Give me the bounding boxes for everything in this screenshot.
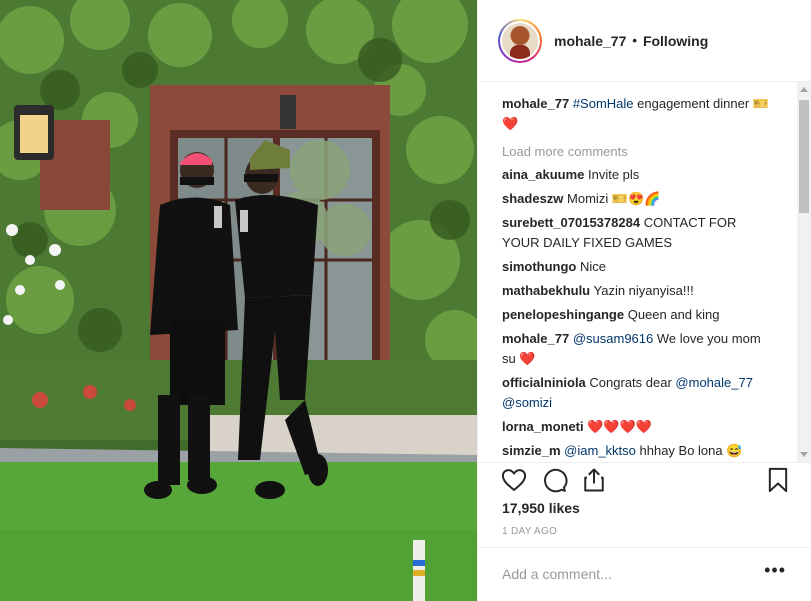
post-side-panel: mohale_77 • Following mohale_77 #SomHale… xyxy=(477,0,811,601)
mention-link[interactable]: @susam9616 xyxy=(573,331,653,346)
comment-username[interactable]: shadeszw xyxy=(502,191,563,206)
comment-text: Momizi 🎫😍🌈 xyxy=(567,191,661,206)
comment-text: Queen and king xyxy=(627,307,720,322)
comment-text: Congrats dear xyxy=(589,375,676,390)
scrollbar-thumb[interactable] xyxy=(799,100,809,213)
header-separator: • xyxy=(632,33,637,48)
scroll-up-arrow[interactable] xyxy=(800,87,808,92)
avatar-image xyxy=(502,22,538,59)
mention-link[interactable]: @mohale_77 xyxy=(675,375,753,390)
comment-username[interactable]: lorna_moneti xyxy=(502,419,584,434)
comment-username[interactable]: mathabekhulu xyxy=(502,283,590,298)
comment-row: shadeszw Momizi 🎫😍🌈 xyxy=(502,189,777,209)
more-options-icon[interactable]: ••• xyxy=(764,560,786,581)
caption-username[interactable]: mohale_77 xyxy=(502,96,569,111)
following-button[interactable]: Following xyxy=(643,33,708,49)
mention-link[interactable]: @somizi xyxy=(502,395,552,410)
comment-row: mohale_77 @susam9616 We love you mom su … xyxy=(502,329,777,369)
scroll-down-arrow[interactable] xyxy=(800,452,808,457)
comment-username[interactable]: aina_akuume xyxy=(502,167,584,182)
comment-username[interactable]: simothungo xyxy=(502,259,576,274)
comment-username[interactable]: penelopeshingange xyxy=(502,307,624,322)
comment-username[interactable]: officialniniola xyxy=(502,375,586,390)
comments-list[interactable]: mohale_77 #SomHale engagement dinner 🎫❤️… xyxy=(478,82,800,462)
caption-text: engagement dinner xyxy=(637,96,750,111)
post-dialog: mohale_77 • Following mohale_77 #SomHale… xyxy=(0,0,811,601)
caption-hashtag[interactable]: #SomHale xyxy=(573,96,634,111)
comment-username[interactable]: mohale_77 xyxy=(502,331,569,346)
comment-username[interactable]: surebett_07015378284 xyxy=(502,215,640,230)
likes-count[interactable]: 17,950 likes xyxy=(502,500,580,516)
comment-row: simzie_m @iam_kktso hhhay Bo lona 😅 xyxy=(502,441,777,461)
comment-row: penelopeshingange Queen and king xyxy=(502,305,777,325)
comment-text: ❤️❤️❤️❤️ xyxy=(587,419,652,434)
add-comment-input[interactable]: Add a comment... xyxy=(502,566,612,582)
comment-text: Yazin niyanyisa!!! xyxy=(593,283,694,298)
comment-row: lorna_moneti ❤️❤️❤️❤️ xyxy=(502,417,777,437)
comment-text: Nice xyxy=(580,259,607,274)
action-bar xyxy=(478,462,811,497)
add-comment-bar: Add a comment... ••• xyxy=(478,547,811,601)
bookmark-icon[interactable] xyxy=(764,466,792,494)
avatar[interactable] xyxy=(498,18,542,63)
comment-row: mathabekhulu Yazin niyanyisa!!! xyxy=(502,281,777,301)
comment-text: hhhay Bo lona 😅 xyxy=(635,443,743,458)
post-timestamp[interactable]: 1 DAY AGO xyxy=(502,526,557,537)
post-header: mohale_77 • Following xyxy=(478,0,811,82)
post-photo[interactable] xyxy=(0,0,477,601)
comment-row: surebett_07015378284 CONTACT FOR YOUR DA… xyxy=(502,213,777,253)
share-icon[interactable] xyxy=(580,466,608,494)
mention-link[interactable]: @iam_kktso xyxy=(564,443,636,458)
comment-icon[interactable] xyxy=(540,466,568,494)
heart-icon[interactable] xyxy=(500,466,528,494)
comment-row: officialniniola Congrats dear @mohale_77… xyxy=(502,373,777,413)
avatar-ring xyxy=(500,20,540,61)
caption: mohale_77 #SomHale engagement dinner 🎫❤️ xyxy=(502,94,777,134)
comment-row: simothungo Nice xyxy=(502,257,777,277)
comment-username[interactable]: simzie_m xyxy=(502,443,561,458)
load-more-comments[interactable]: Load more comments xyxy=(502,144,800,159)
comments-scrollbar[interactable] xyxy=(797,82,811,462)
comment-text: Invite pls xyxy=(588,167,640,182)
header-username[interactable]: mohale_77 xyxy=(554,33,626,49)
comment-rows: aina_akuume Invite pls shadeszw Momizi 🎫😍… xyxy=(502,165,800,461)
comment-row: aina_akuume Invite pls xyxy=(502,165,777,185)
